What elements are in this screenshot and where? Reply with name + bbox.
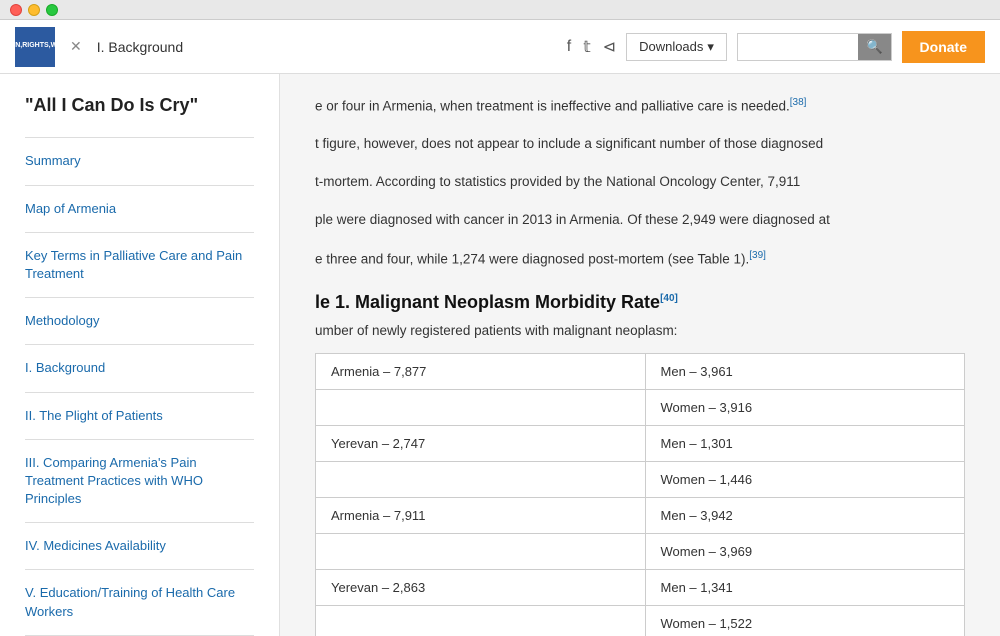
divider xyxy=(25,344,254,345)
navbar: HUMAN,RIGHTS,WATCH ✕ I. Background f 𝕥 ⊲… xyxy=(0,20,1000,74)
sidebar-item-summary[interactable]: Summary xyxy=(25,146,254,176)
downloads-label: Downloads xyxy=(639,39,703,54)
row-0-empty xyxy=(316,389,646,425)
para-2: t figure, however, does not appear to in… xyxy=(315,133,965,156)
table-row: Yerevan – 2,747 Men – 1,301 xyxy=(316,425,965,461)
search-icon: 🔍 xyxy=(866,39,883,54)
search-bar: 🔍 xyxy=(737,33,892,61)
table-row: Women – 3,916 xyxy=(316,389,965,425)
page-title: I. Background xyxy=(97,39,557,55)
row-1-empty xyxy=(316,461,646,497)
sidebar: "All I Can Do Is Cry" Summary Map of Arm… xyxy=(0,74,280,636)
sidebar-item-methodology[interactable]: Methodology xyxy=(25,306,254,336)
tab-close-icon[interactable]: ✕ xyxy=(65,38,87,55)
sidebar-item-map[interactable]: Map of Armenia xyxy=(25,194,254,224)
divider xyxy=(25,392,254,393)
sidebar-item-comparing[interactable]: III. Comparing Armenia's Pain Treatment … xyxy=(25,448,254,515)
table-row: Yerevan – 2,863 Men – 1,341 xyxy=(316,569,965,605)
divider xyxy=(25,439,254,440)
social-icons: f 𝕥 ⊲ xyxy=(567,37,616,57)
row-0-loc: Armenia – 7,877 xyxy=(316,353,646,389)
row-1-val1: Men – 1,301 xyxy=(645,425,964,461)
chevron-down-icon: ▾ xyxy=(707,39,714,55)
row-2-val2: Women – 3,969 xyxy=(645,533,964,569)
sidebar-item-education[interactable]: V. Education/Training of Health Care Wor… xyxy=(25,578,254,626)
table-heading: le 1. Malignant Neoplasm Morbidity Rate[… xyxy=(315,292,965,313)
row-3-val1: Men – 1,341 xyxy=(645,569,964,605)
search-input[interactable] xyxy=(738,34,858,59)
row-3-loc: Yerevan – 2,863 xyxy=(316,569,646,605)
divider xyxy=(25,569,254,570)
sidebar-item-plight[interactable]: II. The Plight of Patients xyxy=(25,401,254,431)
divider xyxy=(25,137,254,138)
content-area: e or four in Armenia, when treatment is … xyxy=(280,74,1000,636)
share-icon[interactable]: ⊲ xyxy=(603,37,616,57)
divider xyxy=(25,232,254,233)
table-row: Women – 1,522 xyxy=(316,605,965,636)
para-4: ple were diagnosed with cancer in 2013 i… xyxy=(315,209,965,232)
row-3-val2: Women – 1,522 xyxy=(645,605,964,636)
table-caption: umber of newly registered patients with … xyxy=(315,323,965,338)
minimize-button[interactable] xyxy=(28,4,40,16)
maximize-button[interactable] xyxy=(46,4,58,16)
donate-button[interactable]: Donate xyxy=(902,31,985,63)
row-2-loc: Armenia – 7,911 xyxy=(316,497,646,533)
para-5: e three and four, while 1,274 were diagn… xyxy=(315,247,965,271)
divider xyxy=(25,297,254,298)
table-row: Women – 1,446 xyxy=(316,461,965,497)
close-button[interactable] xyxy=(10,4,22,16)
row-3-empty xyxy=(316,605,646,636)
search-button[interactable]: 🔍 xyxy=(858,34,891,60)
logo: HUMAN,RIGHTS,WATCH xyxy=(15,27,55,67)
sidebar-item-background[interactable]: I. Background xyxy=(25,353,254,383)
row-1-val2: Women – 1,446 xyxy=(645,461,964,497)
row-1-loc: Yerevan – 2,747 xyxy=(316,425,646,461)
table-row: Women – 3,969 xyxy=(316,533,965,569)
para-1: e or four in Armenia, when treatment is … xyxy=(315,94,965,118)
divider xyxy=(25,522,254,523)
sidebar-item-medicines[interactable]: IV. Medicines Availability xyxy=(25,531,254,561)
row-0-val2: Women – 3,916 xyxy=(645,389,964,425)
morbidity-table: Armenia – 7,877 Men – 3,961 Women – 3,91… xyxy=(315,353,965,636)
table-row: Armenia – 7,911 Men – 3,942 xyxy=(316,497,965,533)
twitter-icon[interactable]: 𝕥 xyxy=(583,37,590,57)
para-3: t-mortem. According to statistics provid… xyxy=(315,171,965,194)
main-layout: "All I Can Do Is Cry" Summary Map of Arm… xyxy=(0,74,1000,636)
divider xyxy=(25,185,254,186)
book-title: "All I Can Do Is Cry" xyxy=(25,94,254,117)
table-row: Armenia – 7,877 Men – 3,961 xyxy=(316,353,965,389)
row-2-val1: Men – 3,942 xyxy=(645,497,964,533)
row-2-empty xyxy=(316,533,646,569)
row-0-val1: Men – 3,961 xyxy=(645,353,964,389)
sidebar-item-key-terms[interactable]: Key Terms in Palliative Care and Pain Tr… xyxy=(25,241,254,289)
downloads-button[interactable]: Downloads ▾ xyxy=(626,33,727,61)
facebook-icon[interactable]: f xyxy=(567,38,571,56)
window-chrome xyxy=(0,0,1000,20)
